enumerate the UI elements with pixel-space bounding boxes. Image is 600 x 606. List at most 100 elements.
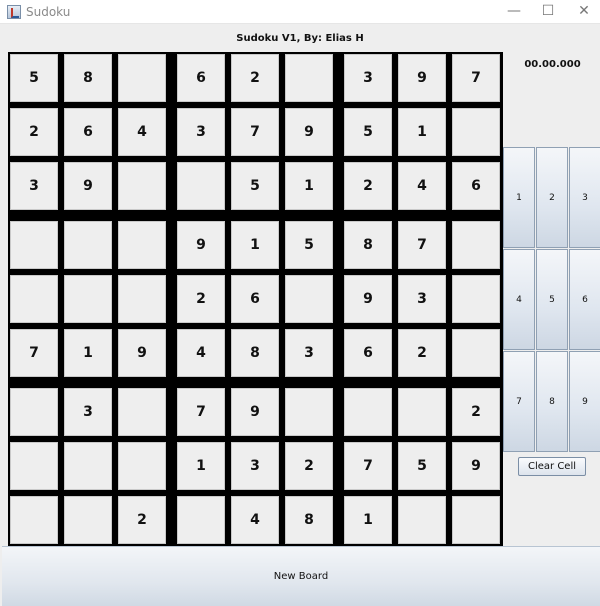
sudoku-cell[interactable] [64, 275, 112, 323]
sudoku-cell[interactable] [118, 162, 166, 210]
app-header-title: Sudoku V1, By: Elias H [236, 33, 364, 44]
sudoku-cell[interactable] [64, 442, 112, 490]
number-key[interactable]: 2 [536, 147, 568, 248]
sudoku-cell[interactable]: 8 [231, 329, 279, 377]
number-key[interactable]: 1 [503, 147, 535, 248]
sudoku-cell[interactable]: 5 [344, 108, 392, 156]
sudoku-window: Sudoku — ☐ ✕ Sudoku V1, By: Elias H 5862… [0, 0, 600, 606]
sudoku-cell[interactable]: 9 [452, 442, 500, 490]
sudoku-cell[interactable] [118, 388, 166, 436]
sudoku-cell[interactable] [285, 388, 333, 436]
sudoku-cell[interactable]: 4 [398, 162, 446, 210]
sudoku-cell[interactable] [118, 221, 166, 269]
sudoku-cell[interactable]: 3 [231, 442, 279, 490]
sudoku-cell[interactable]: 3 [398, 275, 446, 323]
sudoku-cell[interactable] [452, 221, 500, 269]
sudoku-cell[interactable] [177, 496, 225, 544]
sudoku-cell[interactable] [398, 496, 446, 544]
sudoku-cell[interactable] [344, 388, 392, 436]
sudoku-cell[interactable] [10, 388, 58, 436]
title-bar[interactable]: Sudoku — ☐ ✕ [0, 0, 600, 24]
new-board-button[interactable]: New Board [2, 546, 600, 606]
number-key[interactable]: 9 [569, 351, 600, 452]
sudoku-cell[interactable]: 2 [344, 162, 392, 210]
sudoku-cell[interactable]: 8 [64, 54, 112, 102]
sudoku-cell[interactable]: 9 [118, 329, 166, 377]
sudoku-cell[interactable]: 9 [231, 388, 279, 436]
sudoku-cell[interactable]: 2 [231, 54, 279, 102]
number-key[interactable]: 6 [569, 249, 600, 350]
number-key[interactable]: 5 [536, 249, 568, 350]
sudoku-cell[interactable]: 7 [177, 388, 225, 436]
sudoku-cell[interactable]: 9 [177, 221, 225, 269]
sudoku-cell[interactable]: 7 [398, 221, 446, 269]
minimize-button[interactable]: — [496, 0, 532, 24]
sudoku-cell[interactable]: 4 [118, 108, 166, 156]
sudoku-cell[interactable]: 8 [344, 221, 392, 269]
sudoku-cell[interactable]: 9 [64, 162, 112, 210]
sudoku-cell[interactable]: 2 [118, 496, 166, 544]
sudoku-cell[interactable]: 1 [64, 329, 112, 377]
sudoku-cell[interactable]: 6 [231, 275, 279, 323]
sudoku-cell[interactable] [10, 442, 58, 490]
clear-cell-button[interactable]: Clear Cell [518, 457, 586, 476]
sudoku-cell[interactable]: 6 [452, 162, 500, 210]
sudoku-cell[interactable]: 6 [64, 108, 112, 156]
sudoku-cell[interactable]: 2 [398, 329, 446, 377]
sudoku-cell[interactable] [10, 275, 58, 323]
sudoku-cell[interactable]: 1 [398, 108, 446, 156]
sudoku-cell[interactable]: 7 [231, 108, 279, 156]
sudoku-cell[interactable] [452, 108, 500, 156]
sudoku-cell[interactable]: 3 [285, 329, 333, 377]
sudoku-cell[interactable]: 4 [177, 329, 225, 377]
sudoku-cell[interactable]: 7 [452, 54, 500, 102]
sudoku-cell[interactable]: 2 [285, 442, 333, 490]
sudoku-cell[interactable]: 6 [344, 329, 392, 377]
sudoku-cell[interactable] [118, 275, 166, 323]
sudoku-cell[interactable] [177, 162, 225, 210]
sudoku-cell[interactable]: 3 [64, 388, 112, 436]
sudoku-cell[interactable]: 9 [344, 275, 392, 323]
sudoku-cell[interactable]: 4 [231, 496, 279, 544]
number-key[interactable]: 3 [569, 147, 600, 248]
sudoku-cell[interactable]: 3 [177, 108, 225, 156]
close-button[interactable]: ✕ [566, 0, 600, 24]
sudoku-cell[interactable] [398, 388, 446, 436]
sudoku-cell[interactable] [118, 54, 166, 102]
sudoku-cell[interactable]: 3 [344, 54, 392, 102]
sudoku-cell[interactable] [10, 221, 58, 269]
number-key[interactable]: 7 [503, 351, 535, 452]
sudoku-cell[interactable]: 2 [10, 108, 58, 156]
sudoku-cell[interactable]: 1 [344, 496, 392, 544]
timer-display: 00.00.000 [524, 59, 581, 70]
sudoku-cell[interactable] [452, 329, 500, 377]
sudoku-cell[interactable]: 5 [231, 162, 279, 210]
sudoku-cell[interactable]: 2 [177, 275, 225, 323]
sudoku-cell[interactable] [285, 54, 333, 102]
sudoku-cell[interactable]: 5 [398, 442, 446, 490]
sudoku-cell[interactable] [64, 221, 112, 269]
number-key[interactable]: 8 [536, 351, 568, 452]
sudoku-cell[interactable]: 9 [285, 108, 333, 156]
number-key[interactable]: 4 [503, 249, 535, 350]
sudoku-cell[interactable]: 1 [285, 162, 333, 210]
sudoku-cell[interactable] [118, 442, 166, 490]
sudoku-cell[interactable]: 8 [285, 496, 333, 544]
java-app-icon [7, 5, 21, 19]
sudoku-cell[interactable]: 2 [452, 388, 500, 436]
maximize-button[interactable]: ☐ [530, 0, 566, 24]
sudoku-cell[interactable]: 7 [344, 442, 392, 490]
sudoku-cell[interactable] [64, 496, 112, 544]
sudoku-cell[interactable]: 5 [285, 221, 333, 269]
sudoku-cell[interactable]: 6 [177, 54, 225, 102]
sudoku-cell[interactable]: 7 [10, 329, 58, 377]
sudoku-cell[interactable]: 1 [231, 221, 279, 269]
sudoku-cell[interactable]: 5 [10, 54, 58, 102]
sudoku-cell[interactable] [10, 496, 58, 544]
sudoku-cell[interactable] [285, 275, 333, 323]
sudoku-cell[interactable] [452, 496, 500, 544]
sudoku-cell[interactable]: 3 [10, 162, 58, 210]
sudoku-cell[interactable]: 1 [177, 442, 225, 490]
sudoku-cell[interactable]: 9 [398, 54, 446, 102]
sudoku-cell[interactable] [452, 275, 500, 323]
